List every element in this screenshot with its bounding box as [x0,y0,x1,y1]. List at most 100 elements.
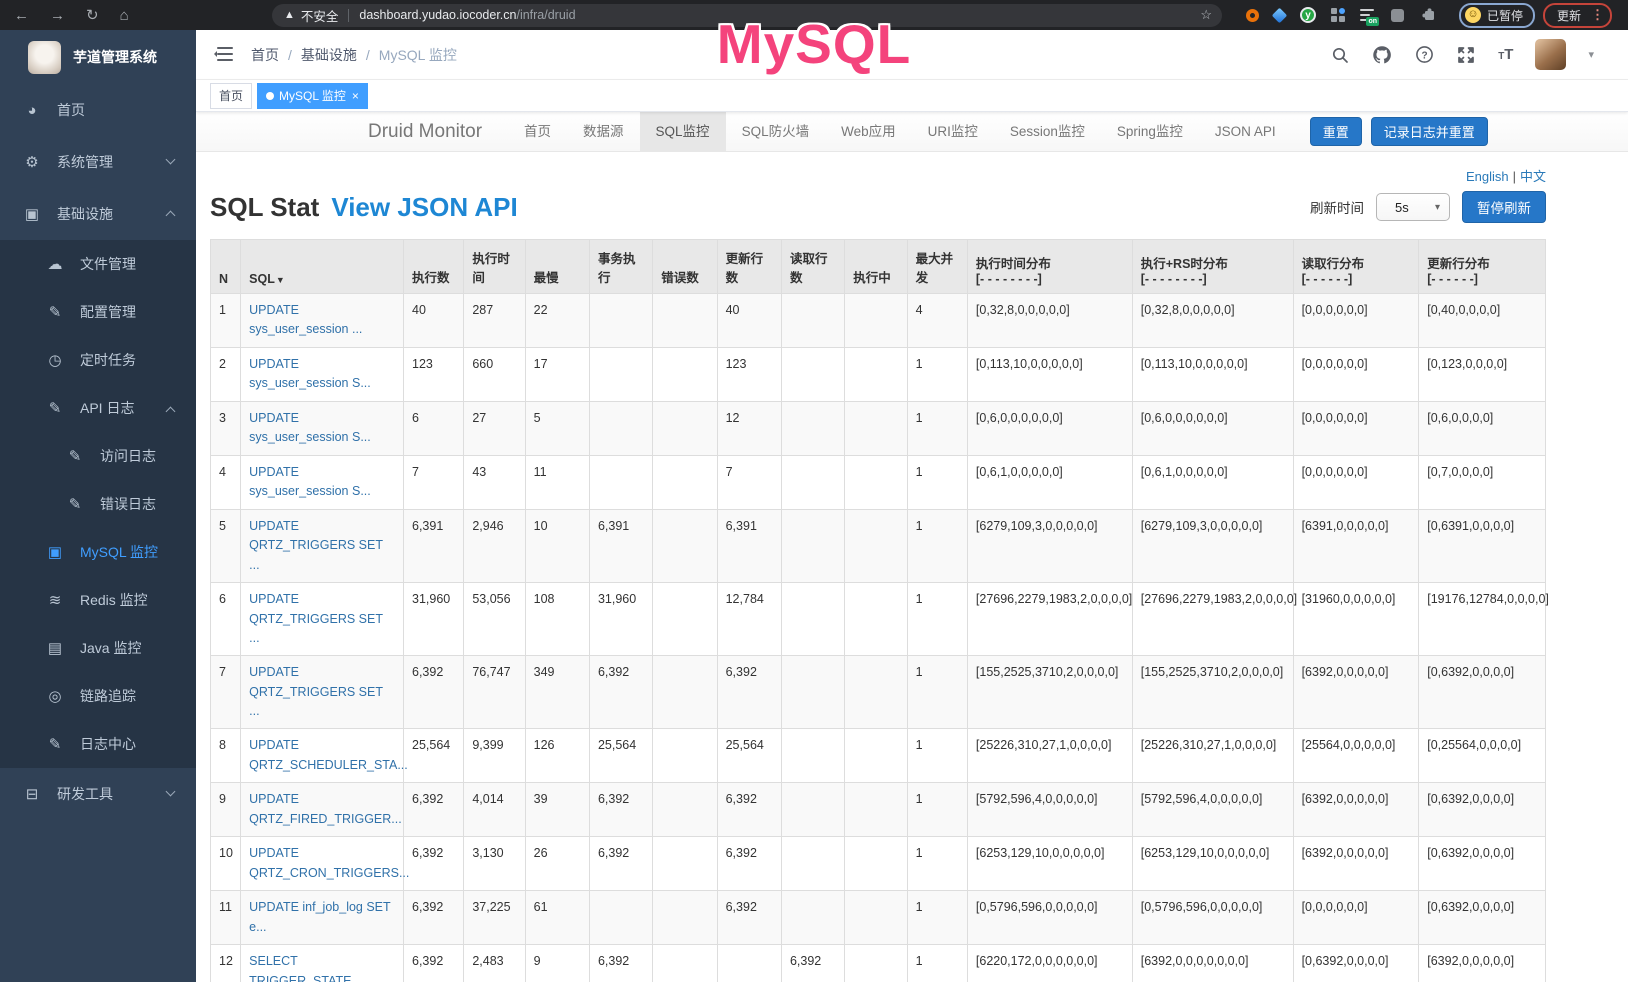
dtab-uri-monitor[interactable]: URI监控 [912,112,994,152]
lang-english-link[interactable]: English [1466,169,1509,184]
security-label[interactable]: 不安全 [301,6,339,25]
col-exec-count[interactable]: 执行数 [404,240,464,294]
col-max-concurrent[interactable]: 最大并发 [907,240,967,294]
sql-link[interactable]: UPDATE QRTZ_CRON_TRIGGERS... [249,846,409,879]
sidebar-item-scheduled-jobs[interactable]: ◷定时任务 [0,336,196,384]
close-icon[interactable]: × [352,90,359,102]
dtab-web-app[interactable]: Web应用 [825,112,912,152]
fullscreen-icon[interactable] [1456,45,1476,65]
caret-down-icon[interactable]: ▾ [1588,48,1594,61]
col-slowest[interactable]: 最慢 [525,240,589,294]
sql-link[interactable]: UPDATE sys_user_session S... [249,411,371,444]
reset-button[interactable]: 重置 [1310,117,1362,146]
dtab-spring-monitor[interactable]: Spring监控 [1101,112,1199,152]
back-icon[interactable]: ← [14,8,29,23]
col-exec-time-dist[interactable]: 执行时间分布[- - - - - - - -] [967,240,1132,294]
sql-link[interactable]: UPDATE QRTZ_FIRED_TRIGGER... [249,792,402,825]
cell-update-row-histogram: [19176,12784,0,0,0,0] [1419,583,1546,656]
cell-exec-count: 6,391 [404,510,464,583]
list-extension-icon[interactable]: on [1360,8,1376,23]
on-badge: on [1366,17,1379,26]
gem-extension-icon[interactable] [1272,7,1288,23]
lang-chinese-link[interactable]: 中文 [1520,169,1546,184]
col-running[interactable]: 执行中 [845,240,907,294]
sidebar-item-system-management[interactable]: ⚙系统管理 [0,136,196,188]
sidebar-item-error-logs[interactable]: ✎错误日志 [0,480,196,528]
breadcrumb-link[interactable]: 首页 [251,45,279,65]
sidebar-item-dev-tools[interactable]: ⊟研发工具 [0,768,196,820]
adblock-extension-icon[interactable] [1246,9,1259,22]
sql-link[interactable]: UPDATE sys_user_session S... [249,357,371,390]
browser-update-chip[interactable]: 更新 ⋮ [1543,3,1612,28]
puzzle-extensions-icon[interactable] [1419,5,1439,25]
github-icon[interactable] [1372,45,1392,65]
sql-link[interactable]: UPDATE sys_user_session ... [249,303,362,336]
sql-link[interactable]: UPDATE QRTZ_TRIGGERS SET ... [249,592,383,645]
sidebar-item-api-logs[interactable]: ✎API 日志 [0,384,196,432]
tag-item[interactable]: 首页 [210,83,252,109]
table-row: 7UPDATE QRTZ_TRIGGERS SET ...6,39276,747… [211,656,1546,729]
druid-brand[interactable]: Druid Monitor [368,121,482,143]
font-size-icon[interactable] [1498,46,1513,64]
y-extension-icon[interactable]: y [1300,7,1316,23]
sidebar-item-label: 文件管理 [80,254,136,274]
view-json-api-link[interactable]: View JSON API [331,192,517,223]
sidebar-item-redis-monitor[interactable]: ≋Redis 监控 [0,576,196,624]
sql-link[interactable]: UPDATE QRTZ_SCHEDULER_STA... [249,738,408,771]
refresh-interval-select[interactable]: 5s ▾ [1376,193,1450,221]
tag-active[interactable]: MySQL 监控× [257,83,368,109]
cell-slowest: 5 [525,402,589,456]
menu-dots-icon[interactable]: ⋮ [1591,7,1604,23]
sidebar-item-infrastructure[interactable]: ▣基础设施 [0,188,196,240]
col-fetch-rows[interactable]: 读取行数 [781,240,844,294]
sidebar-item-label: 基础设施 [57,204,113,224]
url-path[interactable]: /infra/druid [516,8,575,22]
druid-content: English|中文 SQL Stat View JSON API 刷新时间 5… [196,166,1628,982]
help-icon[interactable]: ? [1414,45,1434,65]
col-sql[interactable]: SQL▼ [241,240,404,294]
cell-fetch-row-histogram: [0,0,0,0,0,0] [1293,402,1419,456]
sql-link[interactable]: SELECT TRIGGER_STATE [249,954,351,982]
reload-icon[interactable]: ↻ [86,8,99,23]
forward-icon[interactable]: → [50,8,65,23]
sidebar-toggle-icon[interactable] [214,47,233,62]
col-exec-time[interactable]: 执行时间 [464,240,525,294]
url-host[interactable]: dashboard.yudao.iocoder.cn [359,8,516,22]
dtab-sql-firewall[interactable]: SQL防火墙 [726,112,826,152]
dtab-session-monitor[interactable]: Session监控 [994,112,1101,152]
sidebar-item-mysql-monitor[interactable]: ▣MySQL 监控 [0,528,196,576]
sidebar-item-access-logs[interactable]: ✎访问日志 [0,432,196,480]
col-exec-rs-dist[interactable]: 执行+RS时分布[- - - - - - - -] [1132,240,1293,294]
search-icon[interactable] [1330,45,1350,65]
col-fetch-row-dist[interactable]: 读取行分布[- - - - - -] [1293,240,1419,294]
dtab-sql-monitor[interactable]: SQL监控 [640,112,726,152]
sidebar-item-home[interactable]: ◕首页 [0,84,196,136]
user-avatar[interactable] [1535,39,1566,70]
col-error-count[interactable]: 错误数 [653,240,717,294]
sidebar-item-log-center[interactable]: ✎日志中心 [0,720,196,768]
col-update-row-dist[interactable]: 更新行分布[- - - - - -] [1419,240,1546,294]
dtab-json-api[interactable]: JSON API [1199,112,1292,152]
dtab-home[interactable]: 首页 [508,112,567,152]
apps-extension-icon[interactable] [1331,8,1345,22]
dtab-datasource[interactable]: 数据源 [567,112,640,152]
sidebar-item-trace[interactable]: ◎链路追踪 [0,672,196,720]
sql-link[interactable]: UPDATE inf_job_log SET e... [249,900,390,933]
col-update-rows[interactable]: 更新行数 [717,240,781,294]
breadcrumb-link[interactable]: 基础设施 [301,45,357,65]
sidebar-item-file-management[interactable]: ☁文件管理 [0,240,196,288]
log-and-reset-button[interactable]: 记录日志并重置 [1371,117,1488,146]
bookmark-star-icon[interactable]: ☆ [1200,7,1212,23]
pause-refresh-button[interactable]: 暂停刷新 [1462,191,1546,223]
misc-extension-icon[interactable] [1391,9,1404,22]
sidebar-item-config-management[interactable]: ✎配置管理 [0,288,196,336]
sql-link[interactable]: UPDATE QRTZ_TRIGGERS SET ... [249,665,383,718]
sql-link[interactable]: UPDATE sys_user_session S... [249,465,371,498]
sidebar-logo-row[interactable]: 芋道管理系统 [0,30,196,84]
sql-link[interactable]: UPDATE QRTZ_TRIGGERS SET ... [249,519,383,572]
sidebar-item-java-monitor[interactable]: ▤Java 监控 [0,624,196,672]
col-tx-exec[interactable]: 事务执行 [589,240,652,294]
home-icon[interactable]: ⌂ [120,8,129,23]
col-n[interactable]: N [211,240,241,294]
browser-profile-chip[interactable]: ☺ 已暂停 [1459,3,1535,28]
